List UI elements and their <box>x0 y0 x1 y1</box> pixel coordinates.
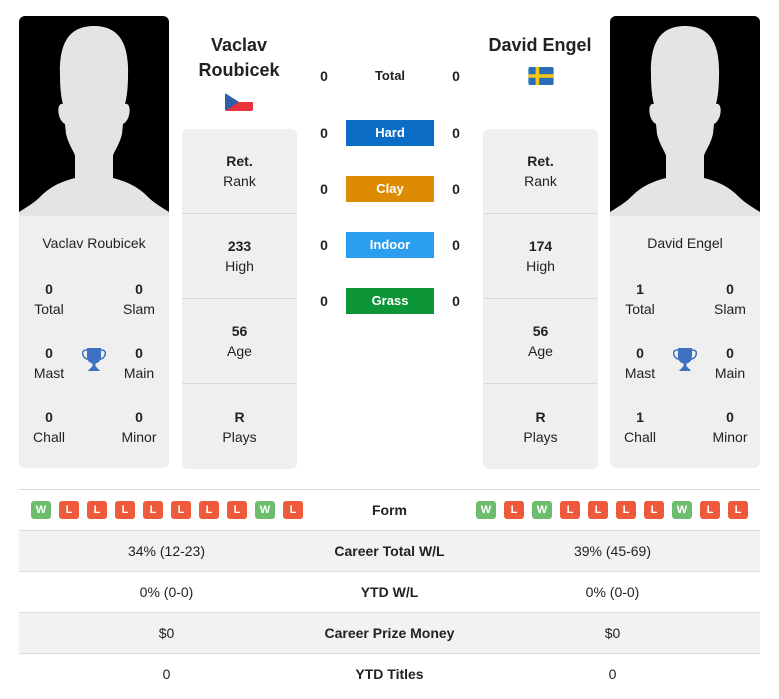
player1-photo <box>19 16 169 216</box>
form-badge-loss[interactable]: L <box>588 501 608 519</box>
silhouette-icon <box>610 26 760 216</box>
titles-total: 1 Total <box>625 281 655 317</box>
player2-titles: 1 Total 0 Slam 0 Mast 0 Main 1 Chall 0 Minor <box>610 255 760 468</box>
h2h-clay-button[interactable]: Clay <box>346 176 434 202</box>
player1-full-name: Vaclav Roubicek <box>42 235 146 251</box>
form-badge-loss[interactable]: L <box>227 501 247 519</box>
h2h-total-label: Total <box>374 68 406 83</box>
stat-age: 56 Age <box>182 299 297 384</box>
form-badge-loss[interactable]: L <box>283 501 303 519</box>
table-row: 0 YTD Titles 0 <box>19 653 760 694</box>
h2h-grass-row: 0 Grass 0 <box>310 288 470 314</box>
h2h-hard-button[interactable]: Hard <box>346 120 434 146</box>
h2h-grass-p2: 0 <box>452 293 460 309</box>
form-badge-loss[interactable]: L <box>728 501 748 519</box>
player2-photo <box>610 16 760 216</box>
form-badge-win[interactable]: W <box>476 501 496 519</box>
form-badge-loss[interactable]: L <box>560 501 580 519</box>
silhouette-icon <box>19 26 169 216</box>
h2h-total-row: 0 Total 0 <box>310 63 470 89</box>
row-label: YTD Titles <box>355 666 424 682</box>
h2h-clay-row: 0 Clay 0 <box>310 176 470 202</box>
h2h-total-p1: 0 <box>320 68 328 84</box>
form-badge-loss[interactable]: L <box>59 501 79 519</box>
h2h-indoor-row: 0 Indoor 0 <box>310 232 470 258</box>
player2-value: 0% (0-0) <box>585 584 640 600</box>
form-badge-loss[interactable]: L <box>143 501 163 519</box>
form-badge-loss[interactable]: L <box>199 501 219 519</box>
form-badge-loss[interactable]: L <box>171 501 191 519</box>
h2h-indoor-p2: 0 <box>452 237 460 253</box>
form-badge-win[interactable]: W <box>255 501 275 519</box>
sweden-flag-icon <box>528 67 554 85</box>
player1-name[interactable]: Vaclav Roubicek <box>169 33 309 83</box>
row-label: Career Prize Money <box>324 625 455 641</box>
h2h-grass-button[interactable]: Grass <box>346 288 434 314</box>
player2-value: 0 <box>608 666 617 682</box>
table-row: 0% (0-0) YTD W/L 0% (0-0) <box>19 571 760 612</box>
player2-form: WLWLLLLWLL <box>476 490 748 530</box>
form-badge-loss[interactable]: L <box>700 501 720 519</box>
player2-value: 39% (45-69) <box>573 543 652 559</box>
titles-total: 0 Total <box>34 281 64 317</box>
titles-main: 0 Main <box>714 345 746 381</box>
player1-value: 34% (12-23) <box>127 543 206 559</box>
titles-mast: 0 Mast <box>33 345 65 381</box>
comparison-table: WLLLLLLLWL Form WLWLLLLWLL 34% (12-23) C… <box>19 489 760 694</box>
form-badge-loss[interactable]: L <box>504 501 524 519</box>
stat-high: 174 High <box>483 214 598 299</box>
titles-minor: 0 Minor <box>712 409 748 445</box>
player2-card: David Engel 1 Total 0 Slam 0 Mast 0 Main 1 Ch… <box>610 16 760 468</box>
h2h-grass-p1: 0 <box>320 293 328 309</box>
form-badge-loss[interactable]: L <box>115 501 135 519</box>
stat-plays: R Plays <box>523 408 558 445</box>
form-badge-win[interactable]: W <box>672 501 692 519</box>
h2h-total-p2: 0 <box>452 68 460 84</box>
form-badge-loss[interactable]: L <box>87 501 107 519</box>
player1-stats: Ret. Rank 233 High 56 Age R Plays <box>182 129 297 469</box>
h2h-clay-p1: 0 <box>320 181 328 197</box>
h2h-clay-p2: 0 <box>452 181 460 197</box>
table-row: 34% (12-23) Career Total W/L 39% (45-69) <box>19 530 760 571</box>
titles-main: 0 Main <box>123 345 155 381</box>
player2-name[interactable]: David Engel <box>470 33 610 58</box>
player1-value: $0 <box>158 625 175 641</box>
stat-rank: Ret. Rank <box>182 129 297 214</box>
czech-flag-icon <box>225 93 253 111</box>
form-badge-win[interactable]: W <box>532 501 552 519</box>
stat-plays: R Plays <box>222 408 257 445</box>
form-badge-loss[interactable]: L <box>644 501 664 519</box>
form-row: WLLLLLLLWL Form WLWLLLLWLL <box>19 489 760 530</box>
player2-full-name: David Engel <box>647 235 723 251</box>
titles-chall: 0 Chall <box>33 409 65 445</box>
player2-stats: Ret. Rank 174 High 56 Age R Plays <box>483 129 598 469</box>
player1-form: WLLLLLLLWL <box>19 490 303 530</box>
titles-mast: 0 Mast <box>624 345 656 381</box>
row-label: YTD W/L <box>360 584 419 600</box>
h2h-hard-row: 0 Hard 0 <box>310 120 470 146</box>
table-row: $0 Career Prize Money $0 <box>19 612 760 653</box>
player1-value: 0% (0-0) <box>139 584 194 600</box>
form-badge-win[interactable]: W <box>31 501 51 519</box>
titles-slam: 0 Slam <box>714 281 746 317</box>
player2-value: $0 <box>604 625 621 641</box>
h2h-hard-p1: 0 <box>320 125 328 141</box>
player1-value: 0 <box>162 666 171 682</box>
stat-high: 233 High <box>182 214 297 299</box>
h2h-indoor-p1: 0 <box>320 237 328 253</box>
titles-slam: 0 Slam <box>123 281 155 317</box>
form-label: Form <box>372 502 407 518</box>
h2h-indoor-button[interactable]: Indoor <box>346 232 434 258</box>
trophy-icon <box>82 348 106 371</box>
player1-card: Vaclav Roubicek 0 Total 0 Slam 0 Mast 0 Main… <box>19 16 169 468</box>
titles-chall: 1 Chall <box>624 409 656 445</box>
stat-age: 56 Age <box>483 299 598 384</box>
stat-rank: Ret. Rank <box>483 129 598 214</box>
h2h-hard-p2: 0 <box>452 125 460 141</box>
titles-minor: 0 Minor <box>121 409 157 445</box>
form-badge-loss[interactable]: L <box>616 501 636 519</box>
player1-titles: 0 Total 0 Slam 0 Mast 0 Main 0 Chall 0 Minor <box>19 255 169 468</box>
row-label: Career Total W/L <box>334 543 445 559</box>
trophy-icon <box>673 348 697 371</box>
